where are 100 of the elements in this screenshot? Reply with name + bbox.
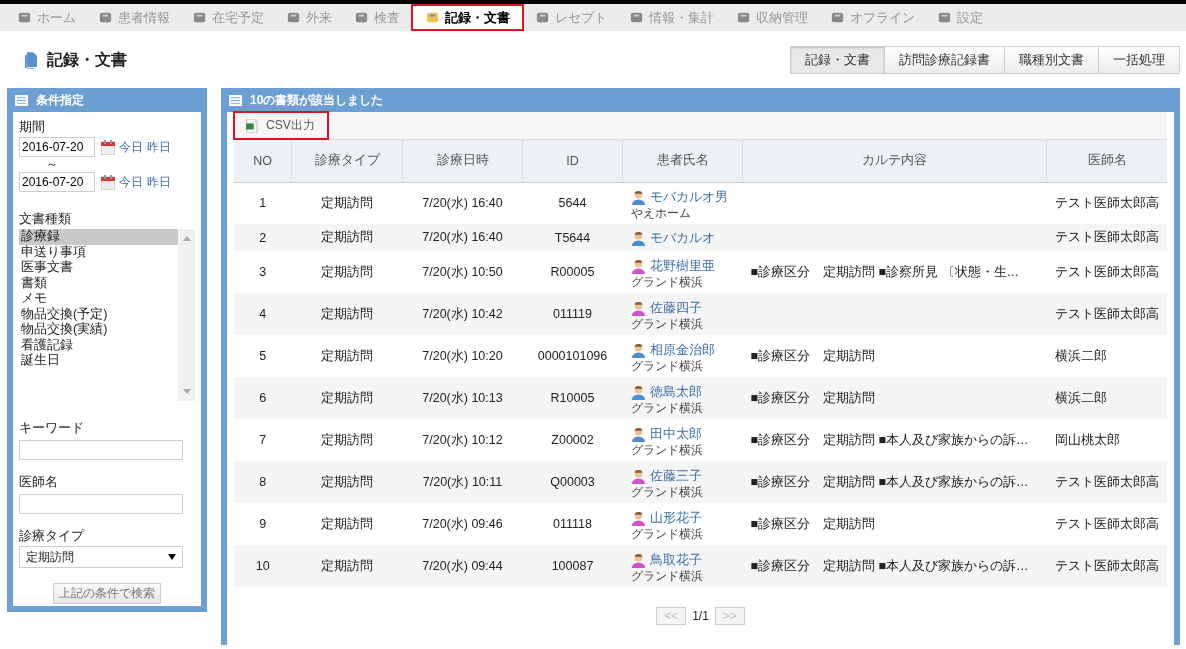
column-header: 患者氏名 [622, 140, 743, 182]
view-tab[interactable]: 職種別文書 [1004, 46, 1099, 74]
scroll-down-icon[interactable] [182, 389, 191, 394]
nav-icon [192, 10, 207, 25]
table-cell: T5644 [522, 224, 623, 251]
list-icon [229, 94, 242, 106]
scroll-up-icon[interactable] [182, 236, 191, 241]
table-cell: 3 [234, 251, 292, 293]
yesterday-link[interactable]: 昨日 [147, 138, 171, 156]
view-tab[interactable]: 記録・文書 [790, 46, 885, 74]
field-label: 診療タイプ [19, 527, 86, 545]
table-cell: 011119 [522, 293, 623, 335]
table-cell: Z00002 [522, 419, 623, 461]
table-cell: 1 [234, 182, 292, 224]
range-separator: ～ [45, 157, 59, 171]
nav-icon [629, 10, 644, 25]
table-cell: 定期訪問 [291, 419, 403, 461]
table-cell: ■診療区分 定期訪問 [750, 516, 876, 531]
table-cell: 横浜二郎 [1054, 348, 1107, 363]
patient-name-link[interactable]: 佐藤三子 [649, 467, 702, 485]
scrollbar[interactable] [178, 229, 195, 401]
table-cell: 100087 [522, 545, 623, 587]
document-type-list[interactable]: 診療録 申送り事項 医事文書 書類 メモ 物品交換(予定) 物品交換(実績) 看護記録 誕生日 [19, 229, 195, 401]
table-cell: 7/20(水) 10:11 [402, 461, 523, 503]
table-cell: 定期訪問 [291, 461, 403, 503]
patient-name-link[interactable]: 徳島太郎 [649, 383, 702, 401]
patient-name-link[interactable]: 花野樹里亜 [649, 257, 715, 275]
table-cell: R00005 [522, 251, 623, 293]
table-cell: 定期訪問 [291, 224, 403, 251]
list-option[interactable]: 物品交換(予定) [19, 306, 178, 322]
patient-name-link[interactable]: 佐藤四子 [649, 299, 702, 317]
table-cell: 5644 [522, 182, 623, 224]
nav-icon [830, 10, 845, 25]
page-title: 記録・文書 [24, 49, 127, 71]
table-cell: 7/20(水) 10:50 [402, 251, 523, 293]
field-label: キーワード [19, 419, 85, 437]
table-cell: 4 [234, 293, 292, 335]
table-cell: 定期訪問 [291, 503, 403, 545]
table-cell: ■診療区分 定期訪問 [750, 348, 876, 363]
table-cell: 7/20(水) 09:46 [402, 503, 523, 545]
facility-name: グランド横浜 [630, 484, 704, 499]
field-label: 期間 [19, 118, 46, 136]
list-option[interactable]: 書類 [19, 275, 178, 291]
table-cell: 定期訪問 [291, 293, 403, 335]
today-link[interactable]: 今日 [119, 173, 143, 191]
table-cell: テスト医師太郎高 [1054, 264, 1159, 279]
table-cell: 7/20(水) 10:13 [402, 377, 523, 419]
panel-title: 条件指定 [36, 91, 84, 109]
facility-name: グランド横浜 [630, 274, 704, 289]
nav-icon [425, 10, 440, 25]
column-header: カルテ内容 [742, 140, 1047, 182]
list-option[interactable]: 診療録 [19, 229, 178, 245]
table-cell: 011118 [522, 503, 623, 545]
nav-tab[interactable]: 記録・文書 [411, 4, 524, 31]
patient-name-link[interactable]: 相原金治郎 [649, 341, 715, 359]
doctor-field[interactable] [19, 494, 183, 514]
keyword-field[interactable] [19, 440, 183, 460]
table-cell: テスト医師太郎高 [1054, 230, 1159, 244]
table-cell: 7/20(水) 16:40 [402, 182, 523, 224]
table-cell: 8 [234, 461, 292, 503]
list-option[interactable]: 誕生日 [19, 353, 178, 369]
nav-icon [354, 10, 369, 25]
date-field[interactable]: 2016-07-20 [19, 172, 95, 192]
csv-export-button[interactable]: CSV出力 [234, 112, 328, 139]
today-link[interactable]: 今日 [119, 138, 143, 156]
nav-icon [535, 10, 550, 25]
table-cell: Q00003 [522, 461, 623, 503]
column-header: 診療日時 [402, 140, 523, 182]
patient-name-link[interactable]: モバカルオ男 [649, 188, 728, 206]
column-header: ID [522, 140, 623, 182]
list-option[interactable]: 看護記録 [19, 337, 178, 353]
facility-name: グランド横浜 [630, 400, 704, 415]
search-button[interactable]: 上記の条件で検索 [53, 583, 161, 604]
table-cell: テスト医師太郎高 [1054, 306, 1159, 321]
type-dropdown[interactable]: 定期訪問 [19, 546, 183, 568]
table-cell: 定期訪問 [291, 545, 403, 587]
list-option[interactable]: 申送り事項 [19, 244, 178, 260]
date-field[interactable]: 2016-07-20 [19, 137, 95, 157]
facility-name: グランド横浜 [630, 358, 704, 373]
list-option[interactable]: 医事文書 [19, 260, 178, 276]
column-header: 診療タイプ [291, 140, 403, 182]
list-option[interactable]: 物品交換(実績) [19, 322, 178, 338]
calendar-icon[interactable] [101, 139, 115, 155]
patient-name-link[interactable]: 田中太郎 [649, 425, 702, 443]
table-cell: ■診療区分 定期訪問 ■本人及び家族からの訴… [750, 432, 1029, 447]
table-cell: 5 [234, 335, 292, 377]
column-header: 医師名 [1046, 140, 1167, 182]
table-cell: ■診療区分 定期訪問 [750, 390, 876, 405]
list-option[interactable]: メモ [19, 291, 178, 307]
patient-name-link[interactable]: 鳥取花子 [649, 551, 702, 569]
field-label: 文書種類 [19, 210, 72, 228]
patient-name-link[interactable]: 山形花子 [649, 509, 702, 527]
table-cell: 0000101096 [522, 335, 623, 377]
view-tab[interactable]: 訪問診療記録書 [884, 46, 1005, 74]
calendar-icon[interactable] [101, 174, 115, 190]
view-tab[interactable]: 一括処理 [1098, 46, 1180, 74]
table-cell: 7/20(水) 10:20 [402, 335, 523, 377]
column-header: NO [234, 140, 292, 182]
yesterday-link[interactable]: 昨日 [147, 173, 171, 191]
nav-icon [98, 10, 113, 25]
